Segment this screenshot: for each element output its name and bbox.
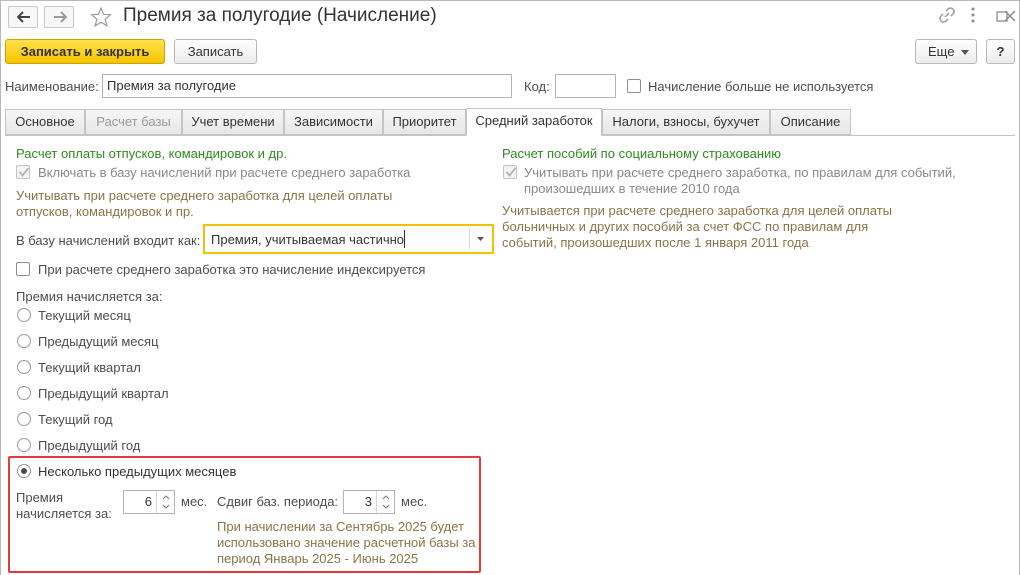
text-cursor bbox=[404, 230, 405, 248]
radio-previous-month-label: Предыдущий месяц bbox=[38, 334, 159, 349]
radio-current-year[interactable] bbox=[17, 412, 31, 426]
up-down-arrows-icon bbox=[382, 495, 390, 509]
checkmark-icon bbox=[505, 167, 517, 177]
base-shift-unit: мес. bbox=[401, 494, 428, 509]
indexed-checkbox[interactable] bbox=[16, 262, 30, 276]
unused-label: Начисление больше не используется bbox=[648, 79, 874, 94]
right-hint: Учитывается при расчете среднего заработ… bbox=[502, 203, 892, 250]
radio-selected-dot bbox=[21, 468, 27, 474]
back-button[interactable] bbox=[8, 6, 38, 28]
old-rules-label: Учитывать при расчете среднего заработка… bbox=[524, 165, 956, 196]
code-field[interactable] bbox=[555, 74, 616, 98]
favorite-star-icon[interactable] bbox=[90, 6, 112, 31]
dropdown-arrow-icon[interactable] bbox=[477, 237, 484, 241]
months-count-stepper[interactable]: 6 bbox=[123, 490, 175, 514]
old-rules-checkbox[interactable] bbox=[503, 165, 517, 179]
more-button[interactable]: Еще bbox=[915, 39, 977, 64]
base-shift-value: 3 bbox=[364, 494, 372, 509]
left-section-title: Расчет оплаты отпусков, командировок и д… bbox=[16, 146, 287, 161]
months-count-value: 6 bbox=[144, 494, 152, 509]
more-dots-icon[interactable] bbox=[970, 6, 976, 27]
chevron-down-icon bbox=[961, 50, 969, 55]
name-field[interactable]: Премия за полугодие bbox=[102, 74, 512, 98]
period-note: При начислении за Сентябрь 2025 будет ис… bbox=[217, 519, 476, 566]
radio-previous-month[interactable] bbox=[17, 334, 31, 348]
checkmark-icon bbox=[18, 167, 30, 177]
months-count-label: Премия начисляется за: bbox=[16, 490, 112, 521]
tab-base-calc[interactable]: Расчет базы bbox=[85, 109, 182, 135]
base-type-label: В базу начислений входит как: bbox=[16, 233, 201, 248]
tab-taxes[interactable]: Налоги, взносы, бухучет bbox=[602, 109, 770, 135]
close-icon[interactable] bbox=[1004, 10, 1016, 25]
help-button[interactable]: ? bbox=[986, 39, 1015, 64]
radio-previous-quarter[interactable] bbox=[17, 386, 31, 400]
tab-average-earnings[interactable]: Средний заработок bbox=[466, 108, 602, 136]
select-divider bbox=[469, 229, 470, 249]
base-shift-label: Сдвиг баз. периода: bbox=[217, 494, 339, 509]
radio-several-previous-months-label: Несколько предыдущих месяцев bbox=[38, 464, 237, 479]
radio-current-month-label: Текущий месяц bbox=[38, 308, 131, 323]
link-icon[interactable] bbox=[938, 6, 956, 27]
period-title: Премия начисляется за: bbox=[16, 289, 163, 304]
base-shift-stepper[interactable]: 3 bbox=[343, 490, 395, 514]
radio-current-quarter-label: Текущий квартал bbox=[38, 360, 141, 375]
code-label: Код: bbox=[524, 79, 550, 94]
indexed-label: При расчете среднего заработка это начис… bbox=[38, 262, 426, 277]
tab-description[interactable]: Описание bbox=[770, 109, 851, 135]
months-count-unit: мес. bbox=[181, 494, 208, 509]
stepper-arrows[interactable] bbox=[156, 491, 174, 513]
radio-current-year-label: Текущий год bbox=[38, 412, 113, 427]
save-and-close-button[interactable]: Записать и закрыть bbox=[5, 39, 165, 64]
save-button[interactable]: Записать bbox=[174, 39, 257, 64]
arrow-right-icon bbox=[54, 11, 67, 23]
base-type-select[interactable]: Премия, учитываемая частично bbox=[203, 224, 494, 254]
radio-previous-quarter-label: Предыдущий квартал bbox=[38, 386, 169, 401]
arrow-left-icon bbox=[17, 11, 30, 23]
include-in-base-label: Включать в базу начислений при расчете с… bbox=[38, 165, 411, 180]
radio-previous-year-label: Предыдущий год bbox=[38, 438, 141, 453]
radio-previous-year[interactable] bbox=[17, 438, 31, 452]
tab-time-accounting[interactable]: Учет времени bbox=[182, 109, 284, 135]
more-button-label: Еще bbox=[928, 44, 955, 59]
stepper-arrows[interactable] bbox=[376, 491, 394, 513]
radio-current-quarter[interactable] bbox=[17, 360, 31, 374]
tab-main[interactable]: Основное bbox=[5, 109, 85, 135]
forward-button[interactable] bbox=[44, 6, 74, 28]
base-type-value: Премия, учитываемая частично bbox=[211, 232, 405, 247]
right-section-title: Расчет пособий по социальному страховани… bbox=[502, 146, 782, 161]
tab-priority[interactable]: Приоритет bbox=[383, 109, 466, 135]
up-down-arrows-icon bbox=[162, 495, 170, 509]
radio-current-month[interactable] bbox=[17, 308, 31, 322]
unused-checkbox[interactable] bbox=[627, 79, 641, 93]
include-in-base-checkbox[interactable] bbox=[16, 165, 30, 179]
radio-several-previous-months[interactable] bbox=[17, 464, 31, 478]
include-hint: Учитывать при расчете среднего заработка… bbox=[16, 188, 393, 219]
name-label: Наименование: bbox=[5, 79, 99, 94]
page-title: Премия за полугодие (Начисление) bbox=[123, 5, 437, 26]
tab-dependencies[interactable]: Зависимости bbox=[284, 109, 383, 135]
